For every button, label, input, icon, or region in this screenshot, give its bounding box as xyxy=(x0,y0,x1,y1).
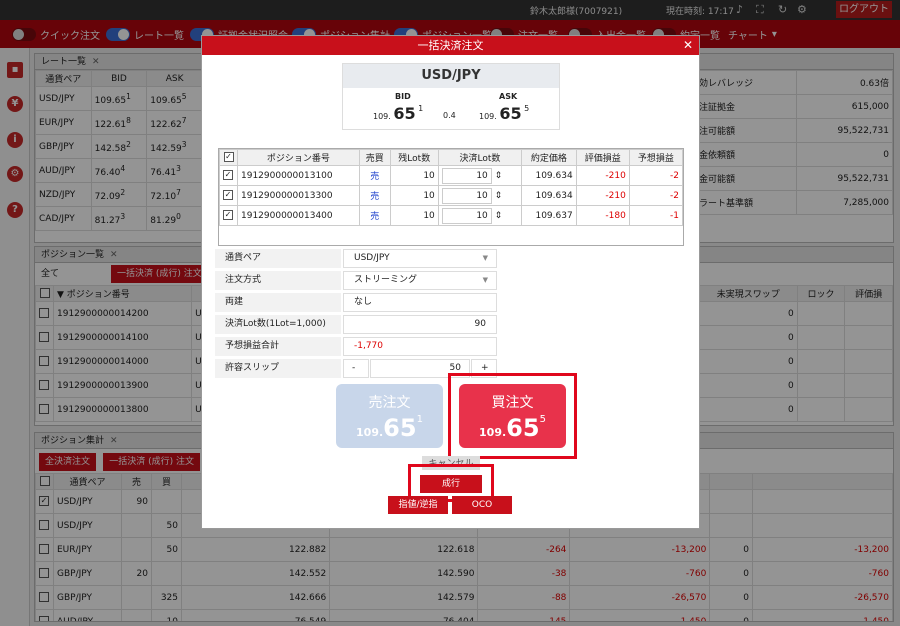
lot-cell: 10 xyxy=(389,165,439,186)
highlight-frame xyxy=(448,373,577,459)
lot-cell: 10 xyxy=(389,205,439,226)
bid-pre: 109. xyxy=(373,112,391,121)
pl-cell: -210 xyxy=(575,165,630,186)
table-row[interactable]: ✓ 1912900000013400 売 10 10 ⇕ 109.637 -180 -1 xyxy=(219,205,683,226)
table-row[interactable]: ✓ 1912900000013100 売 10 10 ⇕ 109.634 -210 -2 xyxy=(219,165,683,186)
bulk-close-dialog: 一括決済注文 ✕ USD/JPY BID ASK 109. 65 1 0.4 10… xyxy=(201,35,700,529)
position-id: 1912900000013100 xyxy=(237,165,360,186)
method-row: 注文方式 ストリーミング ▼ xyxy=(215,271,497,290)
pair-label: USD/JPY xyxy=(343,64,559,88)
method-select[interactable]: ストリーミング ▼ xyxy=(343,271,497,290)
row-checkbox[interactable]: ✓ xyxy=(219,185,238,206)
col-header: 残Lot数 xyxy=(389,149,439,166)
price-cell: 109.634 xyxy=(521,165,577,186)
slip-minus-button[interactable]: - xyxy=(343,359,369,378)
position-id: 1912900000013300 xyxy=(237,185,360,206)
exp-label: 予想損益合計 xyxy=(215,337,341,356)
ask-sup: 5 xyxy=(524,104,530,113)
row-checkbox[interactable]: ✓ xyxy=(219,165,238,186)
select-all[interactable]: ✓ xyxy=(219,149,238,166)
bid-big: 65 xyxy=(393,104,416,123)
table-row[interactable]: ✓ 1912900000013300 売 10 10 ⇕ 109.634 -210 -2 xyxy=(219,185,683,206)
dialog-title-bar: 一括決済注文 ✕ xyxy=(202,36,699,55)
col-header: 売買 xyxy=(358,149,391,166)
ask-pre: 109. xyxy=(479,112,497,121)
exp-cell: -2 xyxy=(628,185,683,206)
col-header: 約定価格 xyxy=(521,149,577,166)
stepper-icon[interactable]: ⇕ xyxy=(495,171,503,181)
oco-button[interactable]: OCO xyxy=(452,496,512,514)
lot-cell: 10 xyxy=(389,185,439,206)
lots-row: 決済Lot数(1Lot=1,000) 90 xyxy=(215,315,497,334)
close-lot-cell[interactable]: 10 ⇕ xyxy=(437,185,523,206)
col-header: ポジション番号 xyxy=(237,149,360,166)
side-cell: 売 xyxy=(358,165,391,186)
exp-cell: -2 xyxy=(628,165,683,186)
lots-value: 90 xyxy=(343,315,497,334)
pair-value: USD/JPY xyxy=(354,253,390,263)
close-lot-input[interactable]: 10 xyxy=(441,167,492,184)
close-lot-cell[interactable]: 10 ⇕ xyxy=(437,205,523,226)
sell-order-button[interactable]: 売注文 109.651 xyxy=(336,384,443,448)
col-header: 評価損益 xyxy=(575,149,630,166)
close-lot-input[interactable]: 10 xyxy=(441,187,492,204)
price-cell: 109.637 xyxy=(521,205,577,226)
spread-value: 0.4 xyxy=(443,111,456,120)
pl-cell: -210 xyxy=(575,185,630,206)
stepper-icon[interactable]: ⇕ xyxy=(495,191,503,201)
ask-label: ASK xyxy=(499,92,518,101)
dialog-position-table: ✓ ポジション番号 売買 残Lot数 決済Lot数 約定価格 評価損益 予想損益 ✓ 19129… xyxy=(218,148,684,246)
sell-sup: 1 xyxy=(416,414,423,425)
sell-price: 109.651 xyxy=(336,414,443,442)
row-checkbox[interactable]: ✓ xyxy=(219,205,238,226)
col-header: 予想損益 xyxy=(628,149,683,166)
sell-pre: 109. xyxy=(356,426,384,439)
pair-row: 通貨ペア USD/JPY ▼ xyxy=(215,249,497,268)
exp-cell: -1 xyxy=(628,205,683,226)
both-value: なし xyxy=(343,293,497,312)
exp-value: -1,770 xyxy=(343,337,497,356)
chevron-down-icon: ▼ xyxy=(482,254,488,262)
position-id: 1912900000013400 xyxy=(237,205,360,226)
exp-row: 予想損益合計 -1,770 xyxy=(215,337,497,356)
slip-label: 許容スリップ xyxy=(215,359,341,378)
lots-label: 決済Lot数(1Lot=1,000) xyxy=(215,315,341,334)
both-row: 両建 なし xyxy=(215,293,497,312)
bid-sup: 1 xyxy=(418,104,424,113)
close-lot-cell[interactable]: 10 ⇕ xyxy=(437,165,523,186)
ask-big: 65 xyxy=(499,104,522,123)
dialog-title: 一括決済注文 xyxy=(417,39,484,52)
pair-label: 通貨ペア xyxy=(215,249,341,268)
sell-label: 売注文 xyxy=(368,395,411,411)
pair-select[interactable]: USD/JPY ▼ xyxy=(343,249,497,268)
close-icon[interactable]: ✕ xyxy=(683,36,693,55)
method-value: ストリーミング xyxy=(354,275,418,285)
bid-price: 109. 65 1 xyxy=(373,104,423,123)
limit-stop-button[interactable]: 指値/逆指 xyxy=(388,496,448,514)
stepper-icon[interactable]: ⇕ xyxy=(495,211,503,221)
price-box: USD/JPY BID ASK 109. 65 1 0.4 109. 65 5 xyxy=(342,63,560,130)
close-lot-input[interactable]: 10 xyxy=(441,207,492,224)
side-cell: 売 xyxy=(358,185,391,206)
sell-big: 65 xyxy=(383,414,417,442)
side-cell: 売 xyxy=(358,205,391,226)
pl-cell: -180 xyxy=(575,205,630,226)
both-label: 両建 xyxy=(215,293,341,312)
chevron-down-icon: ▼ xyxy=(482,276,488,284)
method-label: 注文方式 xyxy=(215,271,341,290)
bid-label: BID xyxy=(395,92,411,101)
price-cell: 109.634 xyxy=(521,185,577,206)
ask-price: 109. 65 5 xyxy=(479,104,529,123)
col-header: 決済Lot数 xyxy=(437,149,523,166)
